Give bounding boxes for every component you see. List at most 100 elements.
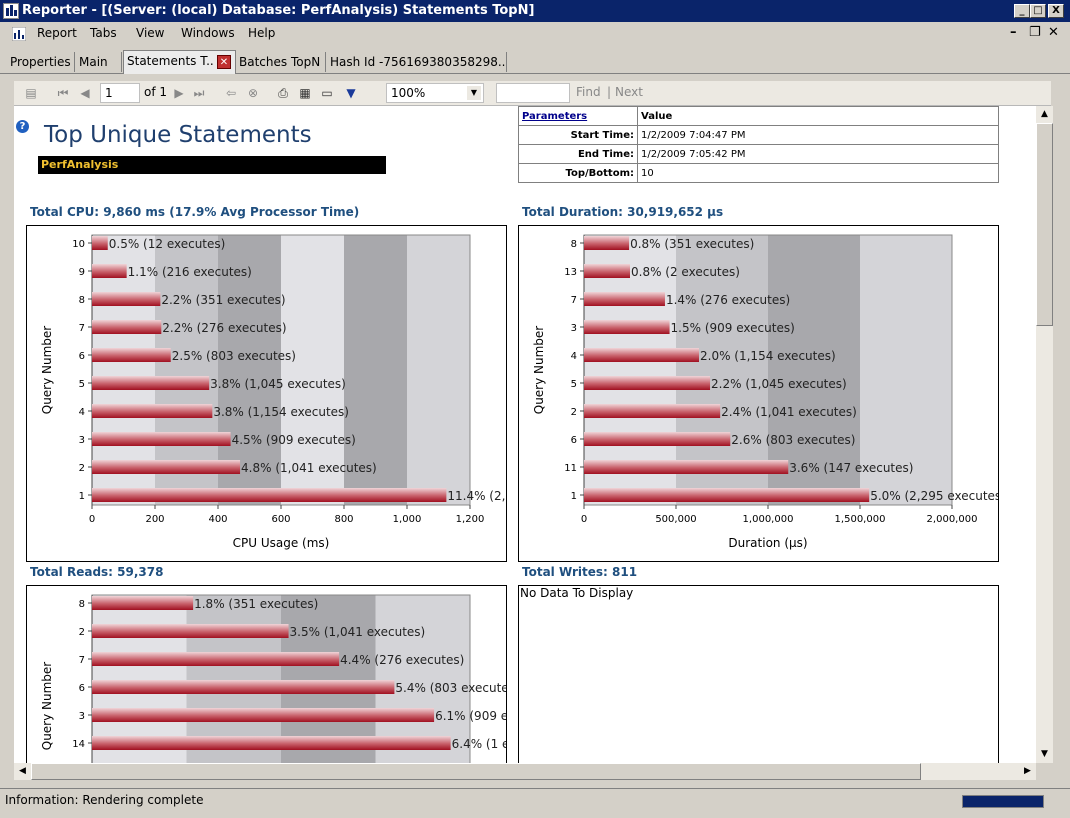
data-label: 2.5% (803 executes)	[172, 349, 296, 363]
bar	[92, 596, 194, 610]
prev-page-icon[interactable]: ◀	[78, 86, 92, 100]
x-tick-label: 800	[334, 514, 353, 525]
tab-bar: Properties Main Statements T.. ✕ Batches…	[0, 48, 1070, 74]
data-label: 1.1% (216 executes)	[128, 265, 252, 279]
menu-windows[interactable]: Windows	[181, 26, 235, 40]
cpu-chart-svg: 10 0.5% (12 executes)9 1.1% (216 executes)…	[40, 234, 506, 550]
print-layout-icon[interactable]: ▦	[298, 86, 312, 100]
tab-batches[interactable]: Batches TopN	[236, 52, 326, 72]
minimize-button[interactable]: _	[1014, 4, 1030, 18]
export-icon[interactable]: ▼	[344, 86, 358, 100]
y-tick-label: 6	[571, 435, 577, 446]
next-button[interactable]: Next	[615, 85, 643, 99]
scroll-left-icon[interactable]: ◀	[14, 763, 31, 780]
child-close-button[interactable]: ✕	[1048, 25, 1059, 40]
reads-chart-title: Total Reads: 59,378	[30, 565, 164, 579]
child-restore-button[interactable]: ❐	[1029, 25, 1041, 40]
page-setup-icon[interactable]: ▭	[320, 86, 334, 100]
data-label: 4.8% (1,041 executes)	[241, 461, 377, 475]
bar	[92, 292, 161, 306]
zoom-select[interactable]: 100% ▼	[386, 83, 484, 103]
vertical-scroll-thumb[interactable]	[1036, 123, 1053, 326]
print-icon[interactable]: ⎙	[276, 86, 290, 100]
data-label: 2.4% (1,041 executes)	[721, 405, 857, 419]
help-icon[interactable]: ?	[16, 120, 29, 133]
data-label: 6.4% (1 executes)	[452, 737, 506, 751]
y-tick-label: 2	[571, 407, 577, 418]
tab-main[interactable]: Main	[76, 52, 122, 72]
y-tick-label: 14	[72, 739, 85, 750]
y-tick-label: 8	[79, 295, 85, 306]
writes-panel: No Data To Display	[518, 585, 999, 763]
x-axis-label: CPU Usage (ms)	[233, 536, 330, 550]
horizontal-scroll-thumb[interactable]	[31, 763, 921, 780]
menu-help[interactable]: Help	[248, 26, 275, 40]
menu-tabs[interactable]: Tabs	[90, 26, 117, 40]
find-input[interactable]	[496, 83, 570, 103]
zoom-value: 100%	[391, 86, 426, 100]
param-value: 10	[637, 163, 999, 183]
data-label: 2.6% (803 executes)	[731, 433, 855, 447]
x-tick-label: 0	[581, 514, 587, 525]
data-label: 2.0% (1,154 executes)	[700, 349, 836, 363]
maximize-button[interactable]: □	[1030, 4, 1046, 18]
horizontal-scrollbar[interactable]: ◀ ▶	[14, 763, 1036, 780]
find-button[interactable]: Find	[576, 85, 601, 99]
tab-statements-label: Statements T..	[127, 54, 214, 68]
y-tick-label: 6	[79, 683, 85, 694]
x-tick-label: 1,500,000	[835, 514, 886, 525]
param-label: Start Time:	[518, 125, 638, 145]
last-page-icon[interactable]: ⏭	[192, 86, 206, 100]
first-page-icon[interactable]: ⏮	[56, 86, 70, 100]
menu-view[interactable]: View	[136, 26, 164, 40]
child-minimize-button[interactable]: –	[1010, 25, 1017, 40]
bar	[584, 404, 721, 418]
y-tick-label: 5	[571, 379, 577, 390]
y-tick-label: 8	[571, 239, 577, 250]
writes-title: Total Writes: 811	[522, 565, 638, 579]
y-axis-label: Query Number	[532, 326, 546, 415]
y-tick-label: 3	[79, 711, 85, 722]
y-tick-label: 6	[79, 351, 85, 362]
data-label: 1.5% (909 executes)	[671, 321, 795, 335]
scroll-down-icon[interactable]: ▼	[1036, 746, 1053, 763]
bar	[92, 708, 435, 722]
tab-properties[interactable]: Properties	[7, 52, 75, 72]
table-row: Top/Bottom: 10	[518, 163, 999, 183]
params-value-header: Value	[637, 106, 999, 126]
bar	[584, 348, 699, 362]
scroll-right-icon[interactable]: ▶	[1019, 763, 1036, 780]
table-row: Start Time: 1/2/2009 7:04:47 PM	[518, 125, 999, 145]
vertical-scrollbar[interactable]: ▲ ▼	[1036, 106, 1053, 763]
back-icon[interactable]: ⇦	[224, 86, 238, 100]
tab-close-icon[interactable]: ✕	[217, 55, 231, 69]
data-label: 4.4% (276 executes)	[340, 653, 464, 667]
reads-chart-svg: 8 1.8% (351 executes) 2 3.5% (1,041 execute…	[40, 594, 506, 763]
data-label: 0.8% (2 executes)	[631, 265, 740, 279]
next-page-icon[interactable]: ▶	[172, 86, 186, 100]
bar	[584, 488, 870, 502]
data-label: 11.4% (2,295 executes)	[447, 489, 506, 503]
tab-hash-id[interactable]: Hash Id -756169380358298..	[327, 52, 507, 72]
data-label: 3.5% (1,041 executes)	[290, 625, 426, 639]
data-label: 6.1% (909 executes)	[435, 709, 506, 723]
bar	[92, 264, 127, 278]
chevron-down-icon[interactable]: ▼	[467, 86, 481, 100]
scroll-up-icon[interactable]: ▲	[1036, 106, 1053, 123]
y-axis-label: Query Number	[40, 326, 54, 415]
app-icon	[3, 3, 19, 19]
stop-icon[interactable]: ⊗	[246, 86, 260, 100]
document-map-icon[interactable]: ▤	[24, 86, 38, 100]
x-axis-label: Duration (µs)	[728, 536, 807, 550]
bar	[92, 652, 340, 666]
page-number-input[interactable]: 1	[100, 83, 140, 103]
parameters-link[interactable]: Parameters	[522, 111, 587, 122]
close-button[interactable]: X	[1048, 4, 1064, 18]
y-tick-label: 3	[79, 435, 85, 446]
y-tick-label: 4	[79, 407, 85, 418]
tab-statements[interactable]: Statements T.. ✕	[123, 50, 236, 74]
cpu-chart-title: Total CPU: 9,860 ms (17.9% Avg Processor…	[30, 205, 360, 219]
menu-report[interactable]: Report	[37, 26, 77, 40]
data-label: 3.8% (1,154 executes)	[213, 405, 349, 419]
bar	[584, 320, 670, 334]
